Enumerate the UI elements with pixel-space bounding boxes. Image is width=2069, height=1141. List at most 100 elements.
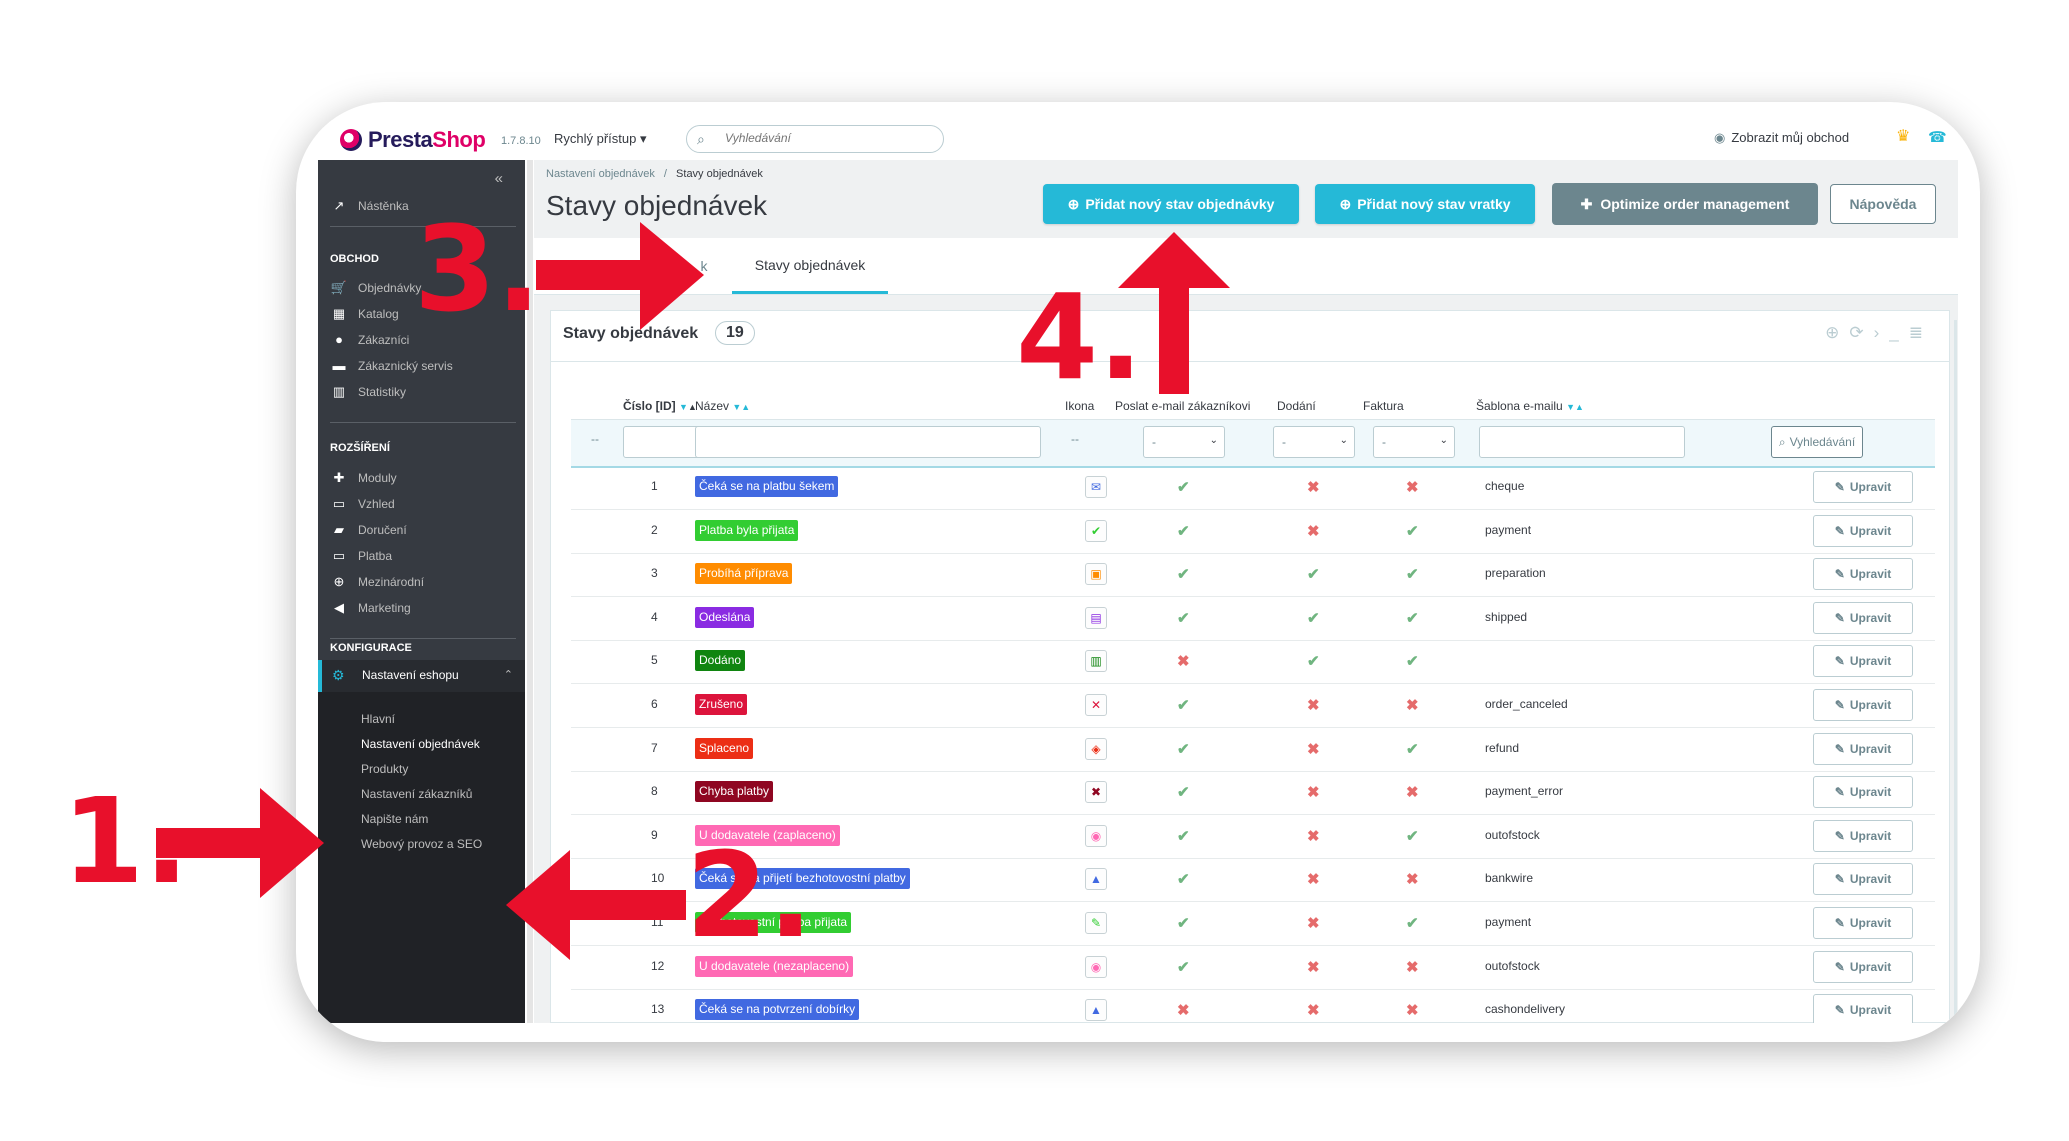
sidebar-item-shipping[interactable]: ▰ Doručení xyxy=(330,522,407,538)
delivery-flag-cross-icon[interactable]: ✖ xyxy=(1307,914,1320,932)
send-email-flag-cross-icon[interactable]: ✖ xyxy=(1177,1001,1190,1019)
edit-button[interactable]: ✎ Upravit xyxy=(1813,645,1913,678)
invoice-flag-check-icon[interactable]: ✔ xyxy=(1406,522,1419,540)
invoice-flag-cross-icon[interactable]: ✖ xyxy=(1406,696,1419,714)
column-header-name[interactable]: Název ▼▲ xyxy=(695,399,750,413)
quick-access-dropdown[interactable]: Rychlý přístup ▾ xyxy=(554,131,647,147)
submenu-products[interactable]: Produkty xyxy=(361,762,408,776)
filter-name-input[interactable] xyxy=(695,426,1041,458)
notifications-icon[interactable]: ♛ xyxy=(1896,126,1910,146)
send-email-flag-check-icon[interactable]: ✔ xyxy=(1177,565,1190,583)
delivery-flag-cross-icon[interactable]: ✖ xyxy=(1307,1001,1320,1019)
sidebar-item-design[interactable]: ▭ Vzhled xyxy=(330,496,395,512)
edit-button[interactable]: ✎ Upravit xyxy=(1813,819,1913,852)
invoice-flag-check-icon[interactable]: ✔ xyxy=(1406,609,1419,627)
delivery-flag-cross-icon[interactable]: ✖ xyxy=(1307,827,1320,845)
filter-delivery-select[interactable]: - ⌄ xyxy=(1273,426,1355,458)
invoice-flag-cross-icon[interactable]: ✖ xyxy=(1406,478,1419,496)
prestashop-logo[interactable]: PrestaShop xyxy=(340,126,486,154)
edit-button[interactable]: ✎ Upravit xyxy=(1813,558,1913,591)
sidebar-item-international[interactable]: ⊕ Mezinárodní xyxy=(330,574,425,590)
submenu-contact[interactable]: Napište nám xyxy=(361,812,428,826)
sql-icon[interactable]: ›_ xyxy=(1874,323,1909,342)
edit-button[interactable]: ✎ Upravit xyxy=(1813,863,1913,896)
delivery-flag-check-icon[interactable]: ✔ xyxy=(1307,652,1320,670)
collapse-sidebar-icon[interactable]: « xyxy=(495,170,503,187)
invoice-flag-check-icon[interactable]: ✔ xyxy=(1406,652,1419,670)
refresh-icon[interactable]: ⟳ xyxy=(1849,323,1873,342)
edit-button[interactable]: ✎ Upravit xyxy=(1813,601,1913,634)
sidebar-item-marketing[interactable]: ◀ Marketing xyxy=(330,600,411,616)
delivery-flag-cross-icon[interactable]: ✖ xyxy=(1307,958,1320,976)
filter-invoice-select[interactable]: - ⌄ xyxy=(1373,426,1455,458)
optimize-order-button[interactable]: ✚ Optimize order management xyxy=(1552,183,1818,225)
filter-send-email-select[interactable]: - ⌄ xyxy=(1143,426,1225,458)
content-scrollbar[interactable] xyxy=(1954,320,1957,1020)
send-email-flag-check-icon[interactable]: ✔ xyxy=(1177,827,1190,845)
sidebar-item-stats[interactable]: ▥ Statistiky xyxy=(330,384,406,400)
edit-button[interactable]: ✎ Upravit xyxy=(1813,689,1913,721)
edit-button[interactable]: ✎ Upravit xyxy=(1813,907,1913,939)
send-email-flag-check-icon[interactable]: ✔ xyxy=(1177,870,1190,888)
send-email-flag-check-icon[interactable]: ✔ xyxy=(1177,958,1190,976)
send-email-flag-check-icon[interactable]: ✔ xyxy=(1177,696,1190,714)
edit-button[interactable]: ✎ Upravit xyxy=(1813,776,1913,809)
sidebar-item-shop-parameters[interactable]: ⚙ Nastavení eshopu ⌃ xyxy=(318,660,525,692)
phone-icon[interactable]: ☎ xyxy=(1928,128,1947,146)
invoice-flag-cross-icon[interactable]: ✖ xyxy=(1406,1001,1419,1019)
search-input[interactable] xyxy=(723,130,927,146)
submenu-traffic-seo[interactable]: Webový provoz a SEO xyxy=(361,837,482,851)
sidebar-item-modules[interactable]: ✚ Moduly xyxy=(330,470,397,486)
edit-button[interactable]: ✎ Upravit xyxy=(1813,950,1913,983)
invoice-flag-check-icon[interactable]: ✔ xyxy=(1406,914,1419,932)
sidebar-item-customers[interactable]: ● Zákazníci xyxy=(330,332,409,347)
send-email-flag-check-icon[interactable]: ✔ xyxy=(1177,740,1190,758)
search-box[interactable]: ⌕ xyxy=(686,125,944,153)
send-email-flag-check-icon[interactable]: ✔ xyxy=(1177,609,1190,627)
tab-order-states[interactable]: Stavy objednávek xyxy=(732,238,888,294)
sidebar-item-catalog[interactable]: ▦ Katalog xyxy=(330,306,399,322)
breadcrumb-parent[interactable]: Nastavení objednávek xyxy=(546,168,655,180)
add-return-state-button[interactable]: ⊕ Přidat nový stav vratky xyxy=(1315,184,1535,224)
send-email-flag-check-icon[interactable]: ✔ xyxy=(1177,914,1190,932)
column-header-template[interactable]: Šablona e-mailu ▼▲ xyxy=(1476,399,1584,413)
invoice-flag-check-icon[interactable]: ✔ xyxy=(1406,740,1419,758)
sort-icon[interactable]: ▼▲ xyxy=(1566,402,1584,412)
filter-search-button[interactable]: ⌕ Vyhledávání xyxy=(1771,426,1863,458)
invoice-flag-cross-icon[interactable]: ✖ xyxy=(1406,958,1419,976)
add-order-state-button[interactable]: ⊕ Přidat nový stav objednávky xyxy=(1043,184,1299,224)
add-icon[interactable]: ⊕ xyxy=(1825,323,1849,342)
invoice-flag-check-icon[interactable]: ✔ xyxy=(1406,827,1419,845)
filter-template-input[interactable] xyxy=(1479,426,1685,458)
send-email-flag-check-icon[interactable]: ✔ xyxy=(1177,522,1190,540)
delivery-flag-cross-icon[interactable]: ✖ xyxy=(1307,740,1320,758)
sort-icon[interactable]: ▼▲ xyxy=(732,402,750,412)
sidebar-item-orders[interactable]: 🛒 Objednávky xyxy=(330,280,421,296)
column-header-id[interactable]: Číslo [ID] ▼▲ xyxy=(623,399,697,413)
database-icon[interactable]: ≣ xyxy=(1909,323,1933,342)
submenu-customer-settings[interactable]: Nastavení zákazníků xyxy=(361,787,472,801)
delivery-flag-cross-icon[interactable]: ✖ xyxy=(1307,522,1320,540)
submenu-order-settings[interactable]: Nastavení objednávek xyxy=(361,737,480,751)
invoice-flag-check-icon[interactable]: ✔ xyxy=(1406,565,1419,583)
sort-icon[interactable]: ▼ xyxy=(679,402,688,412)
edit-button[interactable]: ✎ Upravit xyxy=(1813,471,1913,503)
edit-button[interactable]: ✎ Upravit xyxy=(1813,732,1913,765)
invoice-flag-cross-icon[interactable]: ✖ xyxy=(1406,870,1419,888)
delivery-flag-check-icon[interactable]: ✔ xyxy=(1307,609,1320,627)
delivery-flag-cross-icon[interactable]: ✖ xyxy=(1307,478,1320,496)
sidebar-item-payment[interactable]: ▭ Platba xyxy=(330,548,392,564)
filter-id-input[interactable] xyxy=(623,426,701,458)
edit-button[interactable]: ✎ Upravit xyxy=(1813,514,1913,547)
delivery-flag-cross-icon[interactable]: ✖ xyxy=(1307,870,1320,888)
sidebar-item-dashboard[interactable]: ↗ Nástěnka xyxy=(330,198,409,214)
help-button[interactable]: Nápověda xyxy=(1830,184,1936,224)
sidebar-item-customer-service[interactable]: ▬ Zákaznický servis xyxy=(330,358,453,373)
delivery-flag-check-icon[interactable]: ✔ xyxy=(1307,565,1320,583)
send-email-flag-check-icon[interactable]: ✔ xyxy=(1177,478,1190,496)
invoice-flag-cross-icon[interactable]: ✖ xyxy=(1406,783,1419,801)
view-shop-link[interactable]: ◉ Zobrazit můj obchod xyxy=(1714,130,1849,146)
delivery-flag-cross-icon[interactable]: ✖ xyxy=(1307,783,1320,801)
submenu-general[interactable]: Hlavní xyxy=(361,712,395,726)
send-email-flag-cross-icon[interactable]: ✖ xyxy=(1177,652,1190,670)
